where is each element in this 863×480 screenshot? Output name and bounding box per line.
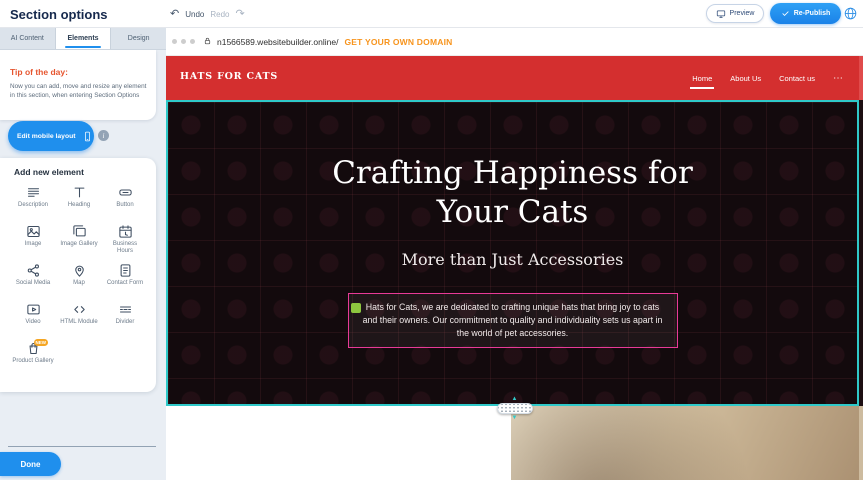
page-title: Section options (10, 7, 108, 22)
tip-text: Now you can add, move and resize any ele… (10, 83, 150, 100)
element-image[interactable]: Image (10, 221, 56, 260)
undo-icon[interactable]: ↶ (170, 9, 179, 20)
element-label: Business Hours (104, 241, 146, 255)
preview-button-label: Preview (730, 10, 755, 17)
element-divider[interactable]: Divider (102, 299, 148, 338)
hero-subtitle[interactable]: More than Just Accessories (402, 250, 624, 269)
add-element-panel: Add new element Description Heading Butt… (0, 158, 156, 392)
divider-icon (118, 302, 133, 317)
element-label: Description (18, 202, 48, 209)
element-label: Social Media (16, 280, 50, 287)
next-section-photo (511, 406, 859, 480)
preview-button[interactable]: Preview (706, 4, 764, 23)
hero-title-line2: Your Cats (437, 194, 589, 230)
nav-home[interactable]: Home (692, 68, 712, 89)
undo-button[interactable]: Undo (185, 10, 204, 19)
history-controls: ↶ Undo Redo ↷ (170, 0, 245, 28)
element-label: Heading (68, 202, 90, 209)
button-icon (118, 185, 133, 200)
element-product-gallery[interactable]: NEW Product Gallery (10, 338, 56, 377)
map-icon (72, 263, 87, 278)
tip-title: Tip of the day: (10, 67, 68, 77)
lock-icon (203, 33, 212, 51)
resize-down-arrow-icon: ▼ (512, 415, 518, 421)
element-map[interactable]: Map (56, 260, 102, 299)
element-button[interactable]: Button (102, 182, 148, 221)
element-description[interactable]: Description (10, 182, 56, 221)
republish-button[interactable]: Re-Publish (770, 3, 841, 24)
topbar: Section options ↶ Undo Redo ↷ Preview Re… (0, 0, 863, 28)
resize-up-arrow-icon: ▲ (512, 396, 518, 402)
window-control-dots (172, 39, 195, 44)
hero-paragraph: Hats for Cats, we are dedicated to craft… (363, 302, 663, 338)
element-heading[interactable]: Heading (56, 182, 102, 221)
element-label: Image (25, 241, 42, 248)
tab-ai-content[interactable]: AI Content (0, 28, 56, 49)
element-label: Video (25, 319, 40, 326)
new-badge: NEW (34, 339, 49, 346)
social-media-icon (26, 263, 41, 278)
phone-icon (82, 128, 93, 145)
site-header[interactable]: HATS FOR CATS Home About Us Contact us ⋯ (166, 56, 859, 100)
element-label: Divider (116, 319, 135, 326)
edit-mobile-layout-label: Edit mobile layout (17, 133, 76, 140)
element-label: HTML Module (60, 319, 97, 326)
tip-card: Tip of the day: Now you can add, move an… (0, 50, 156, 120)
info-icon[interactable]: i (98, 130, 109, 141)
nav-more-icon[interactable]: ⋯ (833, 73, 843, 84)
element-html-module[interactable]: HTML Module (56, 299, 102, 338)
element-label: Image Gallery (60, 241, 97, 248)
browser-address-bar: n1566589.websitebuilder.online/ GET YOUR… (166, 28, 863, 56)
description-icon (26, 185, 41, 200)
element-video[interactable]: Video (10, 299, 56, 338)
hero-title-line1: Crafting Happiness for (332, 155, 693, 191)
image-gallery-icon (72, 224, 87, 239)
redo-button[interactable]: Redo (210, 10, 229, 19)
business-hours-icon (118, 224, 133, 239)
nav-about-us[interactable]: About Us (730, 68, 761, 89)
element-label: Product Gallery (12, 358, 53, 365)
edit-mobile-layout-button[interactable]: Edit mobile layout (8, 121, 94, 151)
tab-elements[interactable]: Elements (56, 28, 112, 49)
element-business-hours[interactable]: Business Hours (102, 221, 148, 260)
element-image-gallery[interactable]: Image Gallery (56, 221, 102, 260)
selected-hero-section[interactable]: Crafting Happiness for Your Cats More th… (166, 100, 859, 406)
image-icon (26, 224, 41, 239)
globe-icon[interactable] (843, 6, 858, 21)
video-icon (26, 302, 41, 317)
redo-icon[interactable]: ↷ (235, 9, 244, 20)
get-domain-link[interactable]: GET YOUR OWN DOMAIN (344, 37, 452, 47)
resize-grip-icon[interactable] (497, 403, 533, 414)
tab-design[interactable]: Design (111, 28, 166, 49)
done-button[interactable]: Done (0, 452, 61, 476)
element-label: Button (116, 202, 133, 209)
section-resize-handle[interactable]: ▲ ▼ (497, 396, 533, 421)
republish-button-label: Re-Publish (794, 10, 831, 17)
site-url: n1566589.websitebuilder.online/ (217, 37, 338, 47)
panel-tabs: AI Content Elements Design (0, 28, 166, 50)
hero-text-element[interactable]: Hats for Cats, we are dedicated to craft… (348, 293, 678, 349)
site-logo[interactable]: HATS FOR CATS (180, 71, 278, 82)
element-label: Map (73, 280, 85, 287)
contact-form-icon (118, 263, 133, 278)
element-label: Contact Form (107, 280, 143, 287)
monitor-icon (716, 9, 726, 19)
site-nav: Home About Us Contact us ⋯ (692, 56, 843, 100)
add-element-title: Add new element (14, 167, 152, 177)
element-social-media[interactable]: Social Media (10, 260, 56, 299)
nav-contact-us[interactable]: Contact us (779, 68, 815, 89)
element-contact-form[interactable]: Contact Form (102, 260, 148, 299)
page-scrollbar[interactable] (859, 56, 863, 480)
element-drag-handle-icon[interactable] (351, 303, 361, 313)
html-module-icon (72, 302, 87, 317)
check-icon (781, 9, 790, 18)
app-window: Section options ↶ Undo Redo ↷ Preview Re… (0, 0, 863, 480)
sidebar-divider (8, 446, 156, 447)
element-grid: Description Heading Button Image Image G… (10, 182, 152, 377)
heading-icon (72, 185, 87, 200)
site-preview: HATS FOR CATS Home About Us Contact us ⋯… (166, 56, 863, 480)
hero-title[interactable]: Crafting Happiness for Your Cats (332, 154, 693, 232)
